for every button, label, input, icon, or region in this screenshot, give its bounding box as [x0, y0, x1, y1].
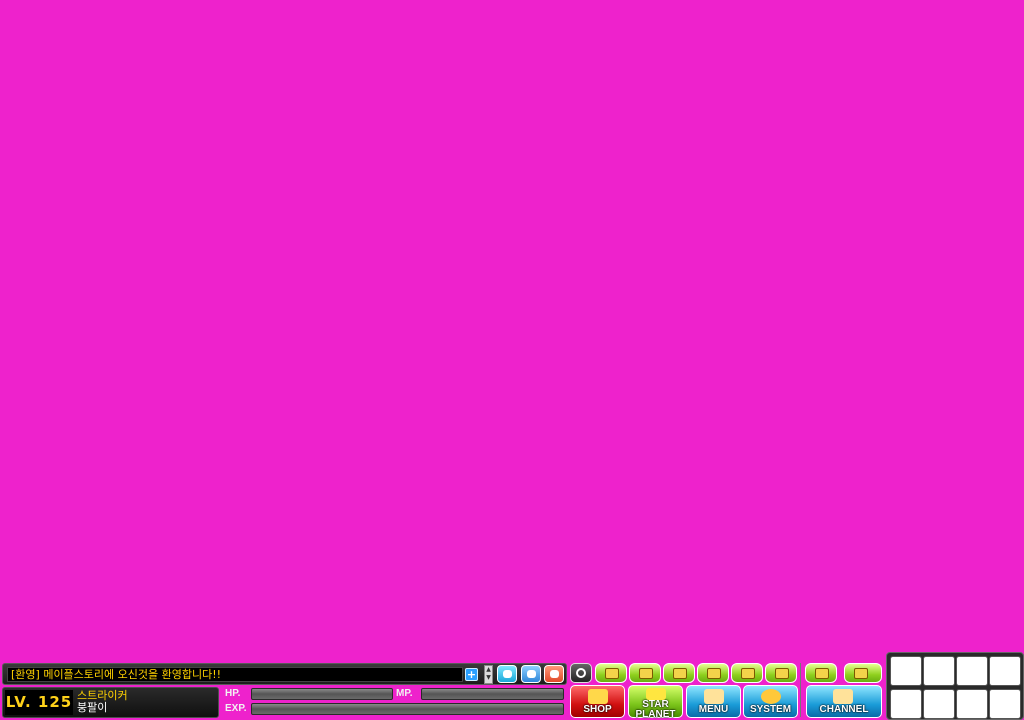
speech-bubble-icon: [527, 670, 536, 678]
quickslot[interactable]: [989, 656, 1021, 686]
quickslot[interactable]: [890, 689, 922, 719]
quickslot[interactable]: [923, 689, 955, 719]
character-button[interactable]: [595, 663, 627, 683]
chat-box-icon: [550, 670, 559, 678]
quickslot[interactable]: [890, 656, 922, 686]
exp-label: EXP.: [225, 703, 247, 714]
channel-button[interactable]: CHANNEL: [806, 685, 882, 718]
scroll-down-icon[interactable]: ▼: [485, 674, 492, 682]
quick-menu-toggle-button[interactable]: [570, 663, 592, 683]
quickslot[interactable]: [989, 689, 1021, 719]
exp-gauge: [251, 703, 564, 715]
character-info: LV. 125 스트라이커 붕팔이: [2, 687, 219, 718]
keyboard-settings-button[interactable]: [844, 663, 882, 683]
stat-bars-icon: [639, 668, 653, 679]
hp-gauge: [251, 688, 393, 700]
system-button[interactable]: SYSTEM: [743, 685, 798, 718]
menu-label: MENU: [698, 704, 729, 715]
chat-friend-button[interactable]: [497, 665, 517, 683]
character-name: 붕팔이: [77, 701, 108, 714]
quickslot[interactable]: [956, 689, 988, 719]
book-icon: [704, 689, 724, 704]
quickslot[interactable]: [923, 656, 955, 686]
bag-icon: [707, 668, 721, 679]
chat-message[interactable]: [환영] 메이플스토리에 오신것을 환영합니다!!: [7, 667, 463, 682]
mp-label: MP.: [396, 688, 413, 699]
inventory-button[interactable]: [697, 663, 729, 683]
chat-scrollbar[interactable]: ▲ ▼: [484, 665, 493, 684]
chat-whisper-button[interactable]: [521, 665, 541, 683]
divider: [800, 663, 801, 717]
channel-label: CHANNEL: [819, 704, 869, 715]
menu-button[interactable]: MENU: [686, 685, 741, 718]
circle-arrows-icon: [576, 668, 586, 678]
skill-button[interactable]: [663, 663, 695, 683]
status-gauges: HP. MP. EXP.: [221, 687, 565, 718]
level-display: LV. 125: [5, 690, 73, 715]
star-planet-label-2: PLANET: [635, 709, 676, 720]
home-button[interactable]: [805, 663, 837, 683]
equipment-button[interactable]: [731, 663, 763, 683]
mp-gauge: [421, 688, 564, 700]
system-label: SYSTEM: [749, 704, 792, 715]
character-icon: [605, 668, 619, 679]
stat-button[interactable]: [629, 663, 661, 683]
hp-label: HP.: [225, 688, 241, 699]
chat-party-button[interactable]: [544, 665, 564, 683]
shirt-icon: [741, 668, 755, 679]
chat-expand-button[interactable]: +: [465, 668, 478, 681]
skill-quickslots: [886, 652, 1024, 720]
card-icon: [775, 668, 789, 679]
quick-menu: SHOP STAR PLANET MENU SYSTEM CHANNEL: [568, 661, 884, 720]
star-planet-button[interactable]: STAR PLANET: [628, 685, 683, 720]
channel-icon: [833, 689, 853, 704]
star-icon: [646, 688, 666, 700]
cash-inventory-button[interactable]: [765, 663, 797, 683]
shop-label: SHOP: [583, 704, 612, 715]
game-hud: [환영] 메이플스토리에 오신것을 환영합니다!! + ▲ ▼ LV. 125 …: [0, 652, 1024, 720]
scroll-icon: [673, 668, 687, 679]
heart-icon: [503, 670, 512, 678]
shop-button[interactable]: SHOP: [570, 685, 625, 718]
house-icon: [815, 668, 829, 679]
quickslot[interactable]: [956, 656, 988, 686]
shop-icon: [588, 689, 608, 704]
scroll-up-icon[interactable]: ▲: [485, 666, 492, 674]
gear-icon: [761, 689, 781, 704]
keyboard-icon: [854, 668, 868, 679]
chat-bar: [환영] 메이플스토리에 오신것을 환영합니다!! + ▲ ▼: [2, 663, 567, 685]
